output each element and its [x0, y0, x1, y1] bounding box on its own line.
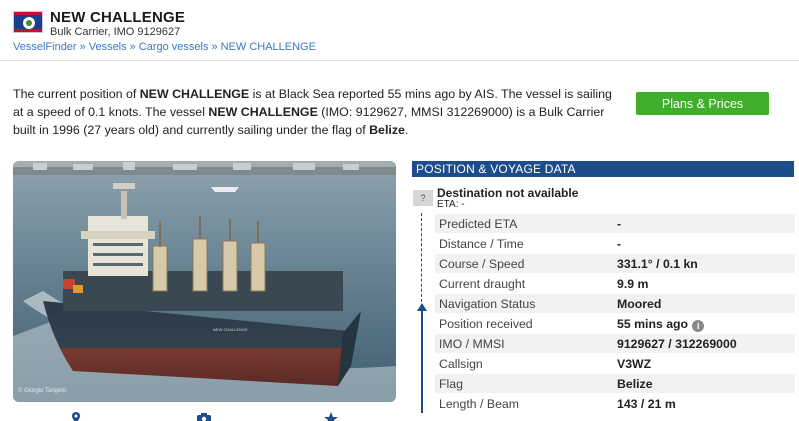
row-imo-mmsi: IMO / MMSI 9129627 / 312269000 [435, 334, 795, 354]
row-label: Distance / Time [439, 237, 524, 251]
desc-text-1: The current position of [13, 87, 140, 101]
row-label: Current draught [439, 277, 526, 291]
row-flag: Flag Belize [435, 374, 795, 394]
row-label: Position received [439, 317, 533, 331]
breadcrumb-separator: » [79, 41, 86, 53]
desc-text-4: . [404, 123, 409, 137]
header-divider [0, 60, 799, 61]
row-predicted-eta: Predicted ETA - [435, 214, 795, 234]
photo-copyright: © Giorgio Tangelo [18, 388, 67, 394]
desc-vessel-name: NEW CHALLENGE [139, 87, 250, 101]
row-value: 9.9 m [617, 277, 649, 291]
star-icon[interactable] [323, 410, 339, 421]
row-navigation-status: Navigation Status Moored [435, 294, 795, 314]
belize-flag-icon [13, 11, 43, 33]
row-label: Flag [439, 377, 463, 391]
row-callsign: Callsign V3WZ [435, 354, 795, 374]
desc-flag-country: Belize [369, 123, 405, 137]
breadcrumb-separator: » [129, 41, 136, 53]
timeline-arrow-icon [417, 303, 427, 413]
photo-actions [0, 410, 400, 421]
svg-text:NEW CHALLENGE: NEW CHALLENGE [213, 327, 248, 332]
desc-vessel-name: NEW CHALLENGE [208, 105, 318, 119]
voyage-panel-header: POSITION & VOYAGE DATA [412, 161, 794, 177]
plans-prices-button[interactable]: Plans & Prices [636, 92, 769, 115]
destination-row: ? Destination not available ETA: - [412, 184, 794, 211]
destination-unknown-icon: ? [413, 190, 433, 206]
row-value: 55 mins ago i [617, 314, 705, 334]
row-current-draught: Current draught 9.9 m [435, 274, 795, 294]
voyage-data-table: Predicted ETA - Distance / Time - Course /… [435, 214, 795, 414]
row-value: V3WZ [617, 357, 652, 371]
position-received-value: 55 mins ago [617, 317, 689, 331]
row-value: 143 / 21 m [617, 397, 676, 411]
breadcrumb-cargo-vessels[interactable]: Cargo vessels [139, 41, 209, 53]
info-icon[interactable]: i [692, 320, 705, 332]
camera-icon[interactable] [196, 410, 212, 421]
vessel-photo[interactable]: NEW CHALLENGE © Giorgio Tangelo [13, 161, 396, 402]
destination-eta: ETA: - [437, 199, 465, 210]
row-value: Belize [617, 377, 653, 391]
vessel-title: NEW CHALLENGE [50, 9, 186, 26]
row-value: Moored [617, 297, 662, 311]
ship-image: NEW CHALLENGE [13, 161, 396, 402]
row-label: Course / Speed [439, 257, 525, 271]
vessel-description: The current position of NEW CHALLENGE is… [13, 85, 613, 139]
row-course-speed: Course / Speed 331.1° / 0.1 kn [435, 254, 795, 274]
breadcrumb: VesselFinder» Vessels» Cargo vessels» NEW C… [13, 41, 316, 53]
row-distance-time: Distance / Time - [435, 234, 795, 254]
row-value: - [617, 217, 622, 231]
row-label: IMO / MMSI [439, 337, 505, 351]
row-label: Predicted ETA [439, 217, 518, 231]
breadcrumb-separator: » [211, 41, 218, 53]
breadcrumb-vesselfinder[interactable]: VesselFinder [13, 41, 77, 53]
map-pin-icon[interactable] [68, 410, 84, 421]
row-value: 9129627 / 312269000 [617, 337, 737, 351]
row-value: 331.1° / 0.1 kn [617, 257, 698, 271]
breadcrumb-vessels[interactable]: Vessels [89, 41, 127, 53]
row-label: Navigation Status [439, 297, 536, 311]
row-length-beam: Length / Beam 143 / 21 m [435, 394, 795, 414]
destination-label: Destination not available [437, 186, 579, 200]
row-label: Callsign [439, 357, 483, 371]
row-label: Length / Beam [439, 397, 519, 411]
vessel-subtitle: Bulk Carrier, IMO 9129627 [50, 26, 181, 38]
row-position-received: Position received 55 mins ago i [435, 314, 795, 334]
breadcrumb-current-vessel[interactable]: NEW CHALLENGE [221, 41, 316, 53]
row-value: - [617, 237, 622, 251]
